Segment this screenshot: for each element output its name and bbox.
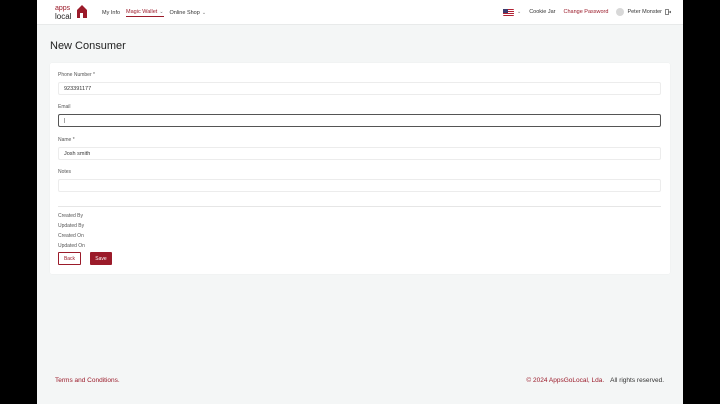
nav-item-label: Online Shop bbox=[169, 10, 200, 16]
user-name: Peter Monster bbox=[627, 9, 662, 15]
email-label: Email bbox=[58, 104, 71, 110]
app-window: apps local My Info Magic Wallet ⌄ Online… bbox=[37, 0, 683, 404]
name-label: Name * bbox=[58, 137, 75, 143]
avatar bbox=[616, 8, 625, 16]
footer-copyright: © 2024 AppsGoLocal, Lda. All rights rese… bbox=[526, 377, 664, 384]
nav-item-magic-wallet[interactable]: Magic Wallet ⌄ bbox=[126, 9, 164, 17]
notes-label: Notes bbox=[58, 169, 72, 175]
page-title: New Consumer bbox=[50, 40, 126, 52]
name-field[interactable]: Josh smith bbox=[58, 147, 661, 160]
save-button[interactable]: Save bbox=[90, 252, 112, 265]
apps-local-logo[interactable]: apps local bbox=[53, 2, 87, 22]
main-nav: My Info Magic Wallet ⌄ Online Shop ⌄ bbox=[102, 9, 206, 17]
store-name[interactable]: Cookie Jar bbox=[529, 9, 555, 15]
terms-link[interactable]: Terms and Conditions. bbox=[55, 377, 120, 384]
updated-on-label: Updated On bbox=[58, 243, 85, 249]
text-cursor: | bbox=[64, 118, 66, 124]
updated-by-label: Updated By bbox=[58, 223, 85, 229]
nav-item-label: My Info bbox=[102, 10, 121, 16]
top-navbar: apps local My Info Magic Wallet ⌄ Online… bbox=[37, 0, 683, 25]
chevron-down-icon: ⌄ bbox=[201, 10, 207, 16]
us-flag-icon bbox=[503, 8, 514, 16]
nav-item-online-shop[interactable]: Online Shop ⌄ bbox=[170, 10, 206, 16]
svg-text:apps: apps bbox=[55, 5, 71, 12]
nav-item-my-info[interactable]: My Info bbox=[102, 10, 120, 16]
notes-field[interactable] bbox=[58, 179, 661, 192]
header-right: ⌄ Cookie Jar Change Password Peter Monst… bbox=[503, 8, 671, 16]
divider bbox=[58, 206, 661, 207]
back-button[interactable]: Back bbox=[58, 252, 81, 265]
language-selector[interactable]: ⌄ bbox=[503, 8, 522, 16]
rights-text: All rights reserved. bbox=[610, 377, 664, 384]
svg-text:local: local bbox=[55, 12, 72, 21]
phone-field[interactable]: 923391177 bbox=[58, 82, 661, 95]
user-menu[interactable]: Peter Monster bbox=[616, 8, 671, 16]
chevron-down-icon: ⌄ bbox=[159, 9, 164, 15]
chevron-down-icon: ⌄ bbox=[517, 9, 522, 15]
phone-label: Phone Number * bbox=[58, 72, 95, 78]
created-on-label: Created On bbox=[58, 233, 84, 239]
nav-item-label: Magic Wallet bbox=[126, 9, 158, 15]
copyright-text: © 2024 AppsGoLocal, Lda. bbox=[526, 377, 605, 384]
created-by-label: Created By bbox=[58, 213, 84, 219]
consumer-form-card: Phone Number * 923391177 Email | Name * … bbox=[50, 63, 670, 274]
logout-icon[interactable] bbox=[665, 9, 671, 15]
email-field[interactable]: | bbox=[58, 114, 661, 127]
change-password-link[interactable]: Change Password bbox=[564, 9, 609, 15]
